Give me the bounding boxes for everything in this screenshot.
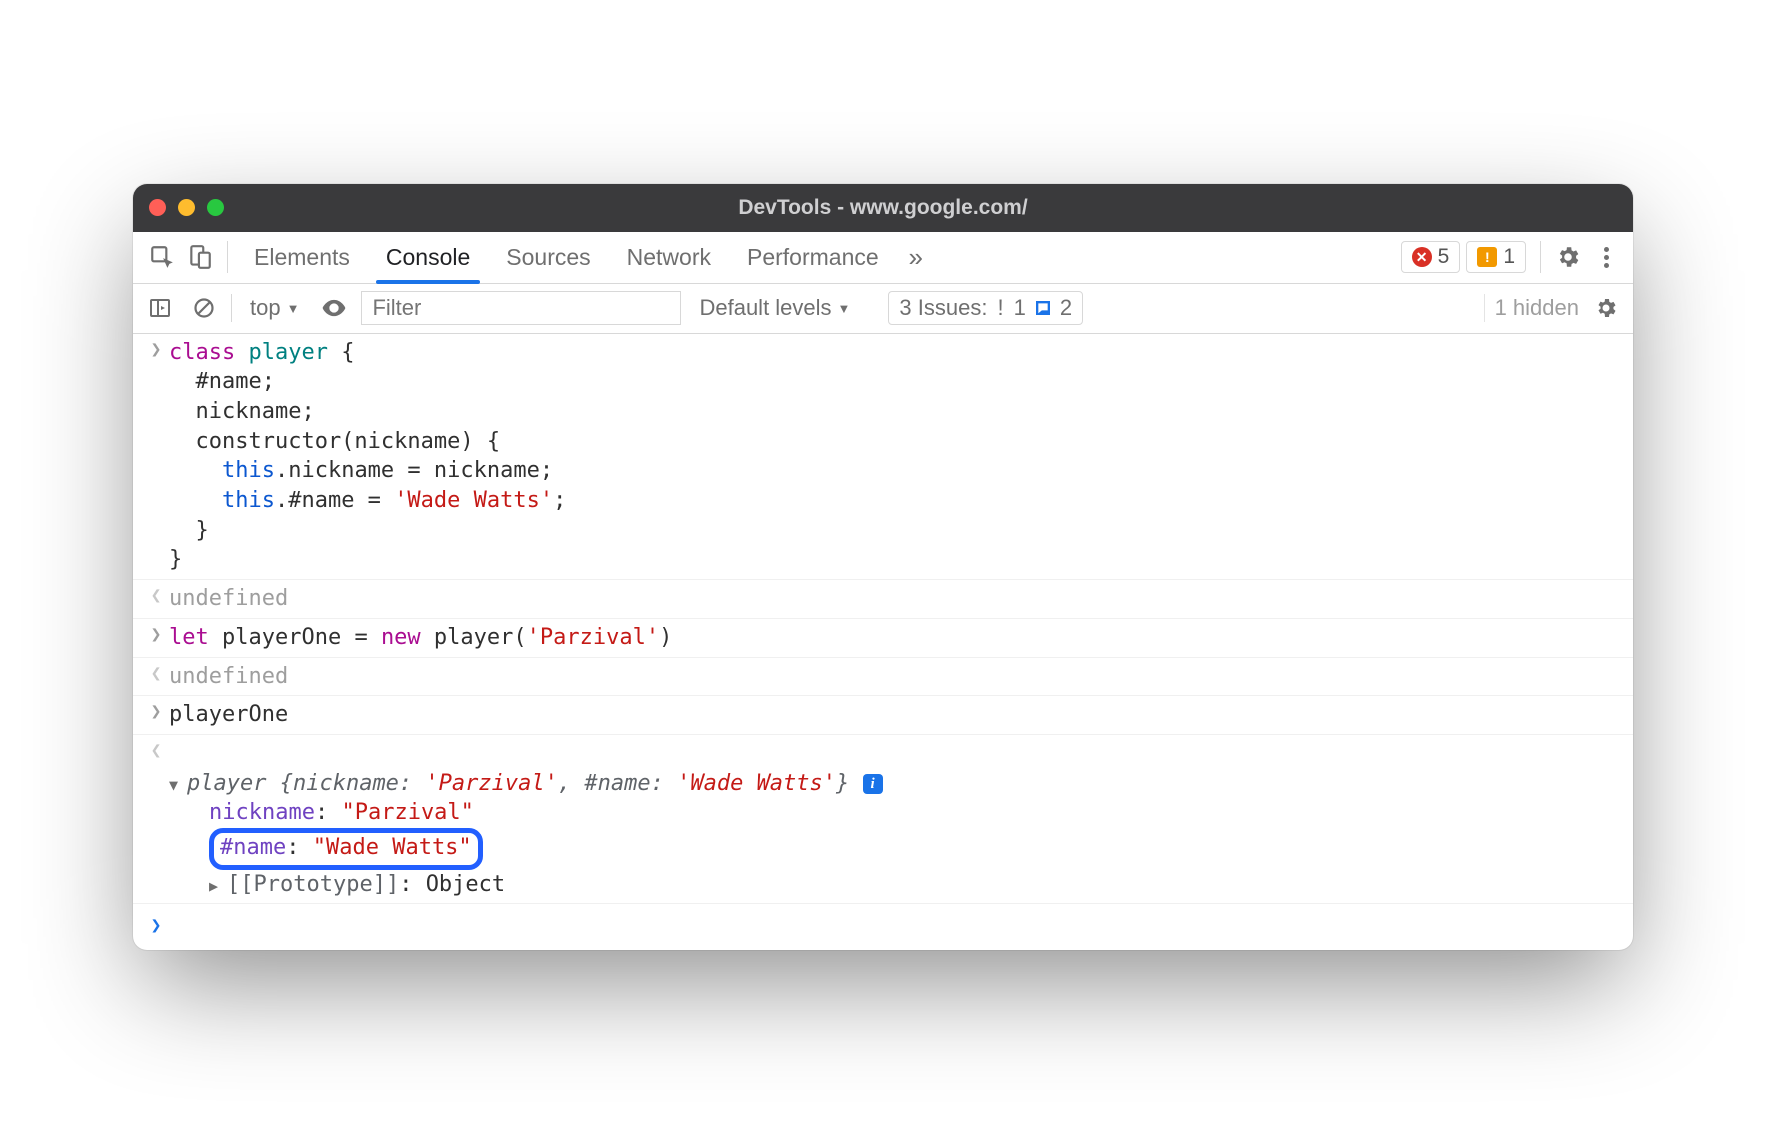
separator (231, 294, 232, 322)
object-property[interactable]: nickname: "Parzival" (209, 800, 474, 825)
log-levels-dropdown[interactable]: Default levels ▼ (691, 292, 858, 324)
console-input-row[interactable]: class player { #name; nickname; construc… (133, 334, 1633, 581)
prompt-caret-icon (143, 914, 169, 936)
output-value: undefined (169, 662, 1621, 692)
execution-context-dropdown[interactable]: top ▼ (242, 292, 307, 324)
highlighted-private-field[interactable]: #name: "Wade Watts" (209, 828, 483, 870)
toggle-sidebar-icon[interactable] (143, 291, 177, 325)
warning-icon: ! (1477, 247, 1497, 267)
input-caret-icon (143, 700, 169, 722)
devtools-window: DevTools - www.google.com/ Elements Cons… (133, 184, 1633, 951)
tab-sources[interactable]: Sources (488, 232, 608, 283)
object-summary[interactable]: player {nickname: 'Parzival', #name: 'Wa… (187, 771, 849, 796)
output-value: undefined (169, 584, 1621, 614)
code-line: playerOne (169, 700, 1621, 730)
minimize-window-button[interactable] (178, 199, 195, 216)
tab-network[interactable]: Network (609, 232, 729, 283)
console-prompt-row[interactable] (133, 904, 1633, 950)
tab-console[interactable]: Console (368, 232, 488, 283)
separator (227, 241, 228, 273)
clear-console-icon[interactable] (187, 291, 221, 325)
info-icon (1036, 301, 1050, 315)
info-icon[interactable]: i (863, 774, 883, 794)
console-settings-gear-icon[interactable] (1589, 291, 1623, 325)
object-tree: player {nickname: 'Parzival', #name: 'Wa… (169, 739, 1621, 899)
close-window-button[interactable] (149, 199, 166, 216)
zoom-window-button[interactable] (207, 199, 224, 216)
issues-label: 3 Issues: (899, 295, 987, 321)
execution-context-label: top (250, 295, 281, 321)
console-toolbar: top ▼ Default levels ▼ 3 Issues: ! 1 2 1… (133, 284, 1633, 334)
disclosure-triangle-right-icon[interactable] (209, 876, 227, 896)
error-icon: ✕ (1412, 247, 1432, 267)
input-caret-icon (143, 623, 169, 645)
kebab-menu-icon[interactable] (1587, 238, 1625, 276)
console-input-row[interactable]: let playerOne = new player('Parzival') (133, 619, 1633, 658)
issues-warn-count: 1 (1014, 295, 1026, 321)
code-block: class player { #name; nickname; construc… (169, 338, 1621, 576)
warning-icon: ! (997, 295, 1003, 321)
traffic-lights (149, 199, 224, 216)
input-caret-icon (143, 338, 169, 360)
issues-button[interactable]: 3 Issues: ! 1 2 (888, 291, 1083, 325)
separator (1484, 294, 1485, 322)
console-output-row[interactable]: undefined (133, 658, 1633, 697)
errors-badge[interactable]: ✕ 5 (1401, 241, 1461, 273)
disclosure-triangle-down-icon[interactable] (169, 775, 187, 795)
console-output-row[interactable]: player {nickname: 'Parzival', #name: 'Wa… (133, 735, 1633, 904)
hidden-messages-label[interactable]: 1 hidden (1495, 295, 1579, 321)
settings-gear-icon[interactable] (1549, 238, 1587, 276)
console-input-row[interactable]: playerOne (133, 696, 1633, 735)
chevron-down-icon: ▼ (838, 301, 851, 316)
console-body: class player { #name; nickname; construc… (133, 334, 1633, 951)
log-levels-label: Default levels (699, 295, 831, 321)
inspect-element-icon[interactable] (143, 238, 181, 276)
titlebar: DevTools - www.google.com/ (133, 184, 1633, 232)
window-title: DevTools - www.google.com/ (133, 196, 1633, 220)
chevron-down-icon: ▼ (287, 301, 300, 316)
tab-elements[interactable]: Elements (236, 232, 368, 283)
devtools-tabstrip: Elements Console Sources Network Perform… (133, 232, 1633, 284)
issues-info-count: 2 (1060, 295, 1072, 321)
warnings-count: 1 (1503, 245, 1515, 269)
warnings-badge[interactable]: ! 1 (1466, 241, 1526, 273)
output-caret-icon (143, 739, 169, 761)
tab-performance[interactable]: Performance (729, 232, 897, 283)
separator (1540, 241, 1541, 273)
more-tabs-button[interactable]: » (897, 238, 935, 276)
object-prototype-row[interactable]: [[Prototype]]: Object (227, 872, 505, 897)
filter-input[interactable] (361, 291, 681, 325)
code-line: let playerOne = new player('Parzival') (169, 623, 1621, 653)
device-toolbar-icon[interactable] (181, 238, 219, 276)
console-output-row[interactable]: undefined (133, 580, 1633, 619)
errors-count: 5 (1438, 245, 1450, 269)
output-caret-icon (143, 584, 169, 606)
live-expression-eye-icon[interactable] (317, 291, 351, 325)
output-caret-icon (143, 662, 169, 684)
